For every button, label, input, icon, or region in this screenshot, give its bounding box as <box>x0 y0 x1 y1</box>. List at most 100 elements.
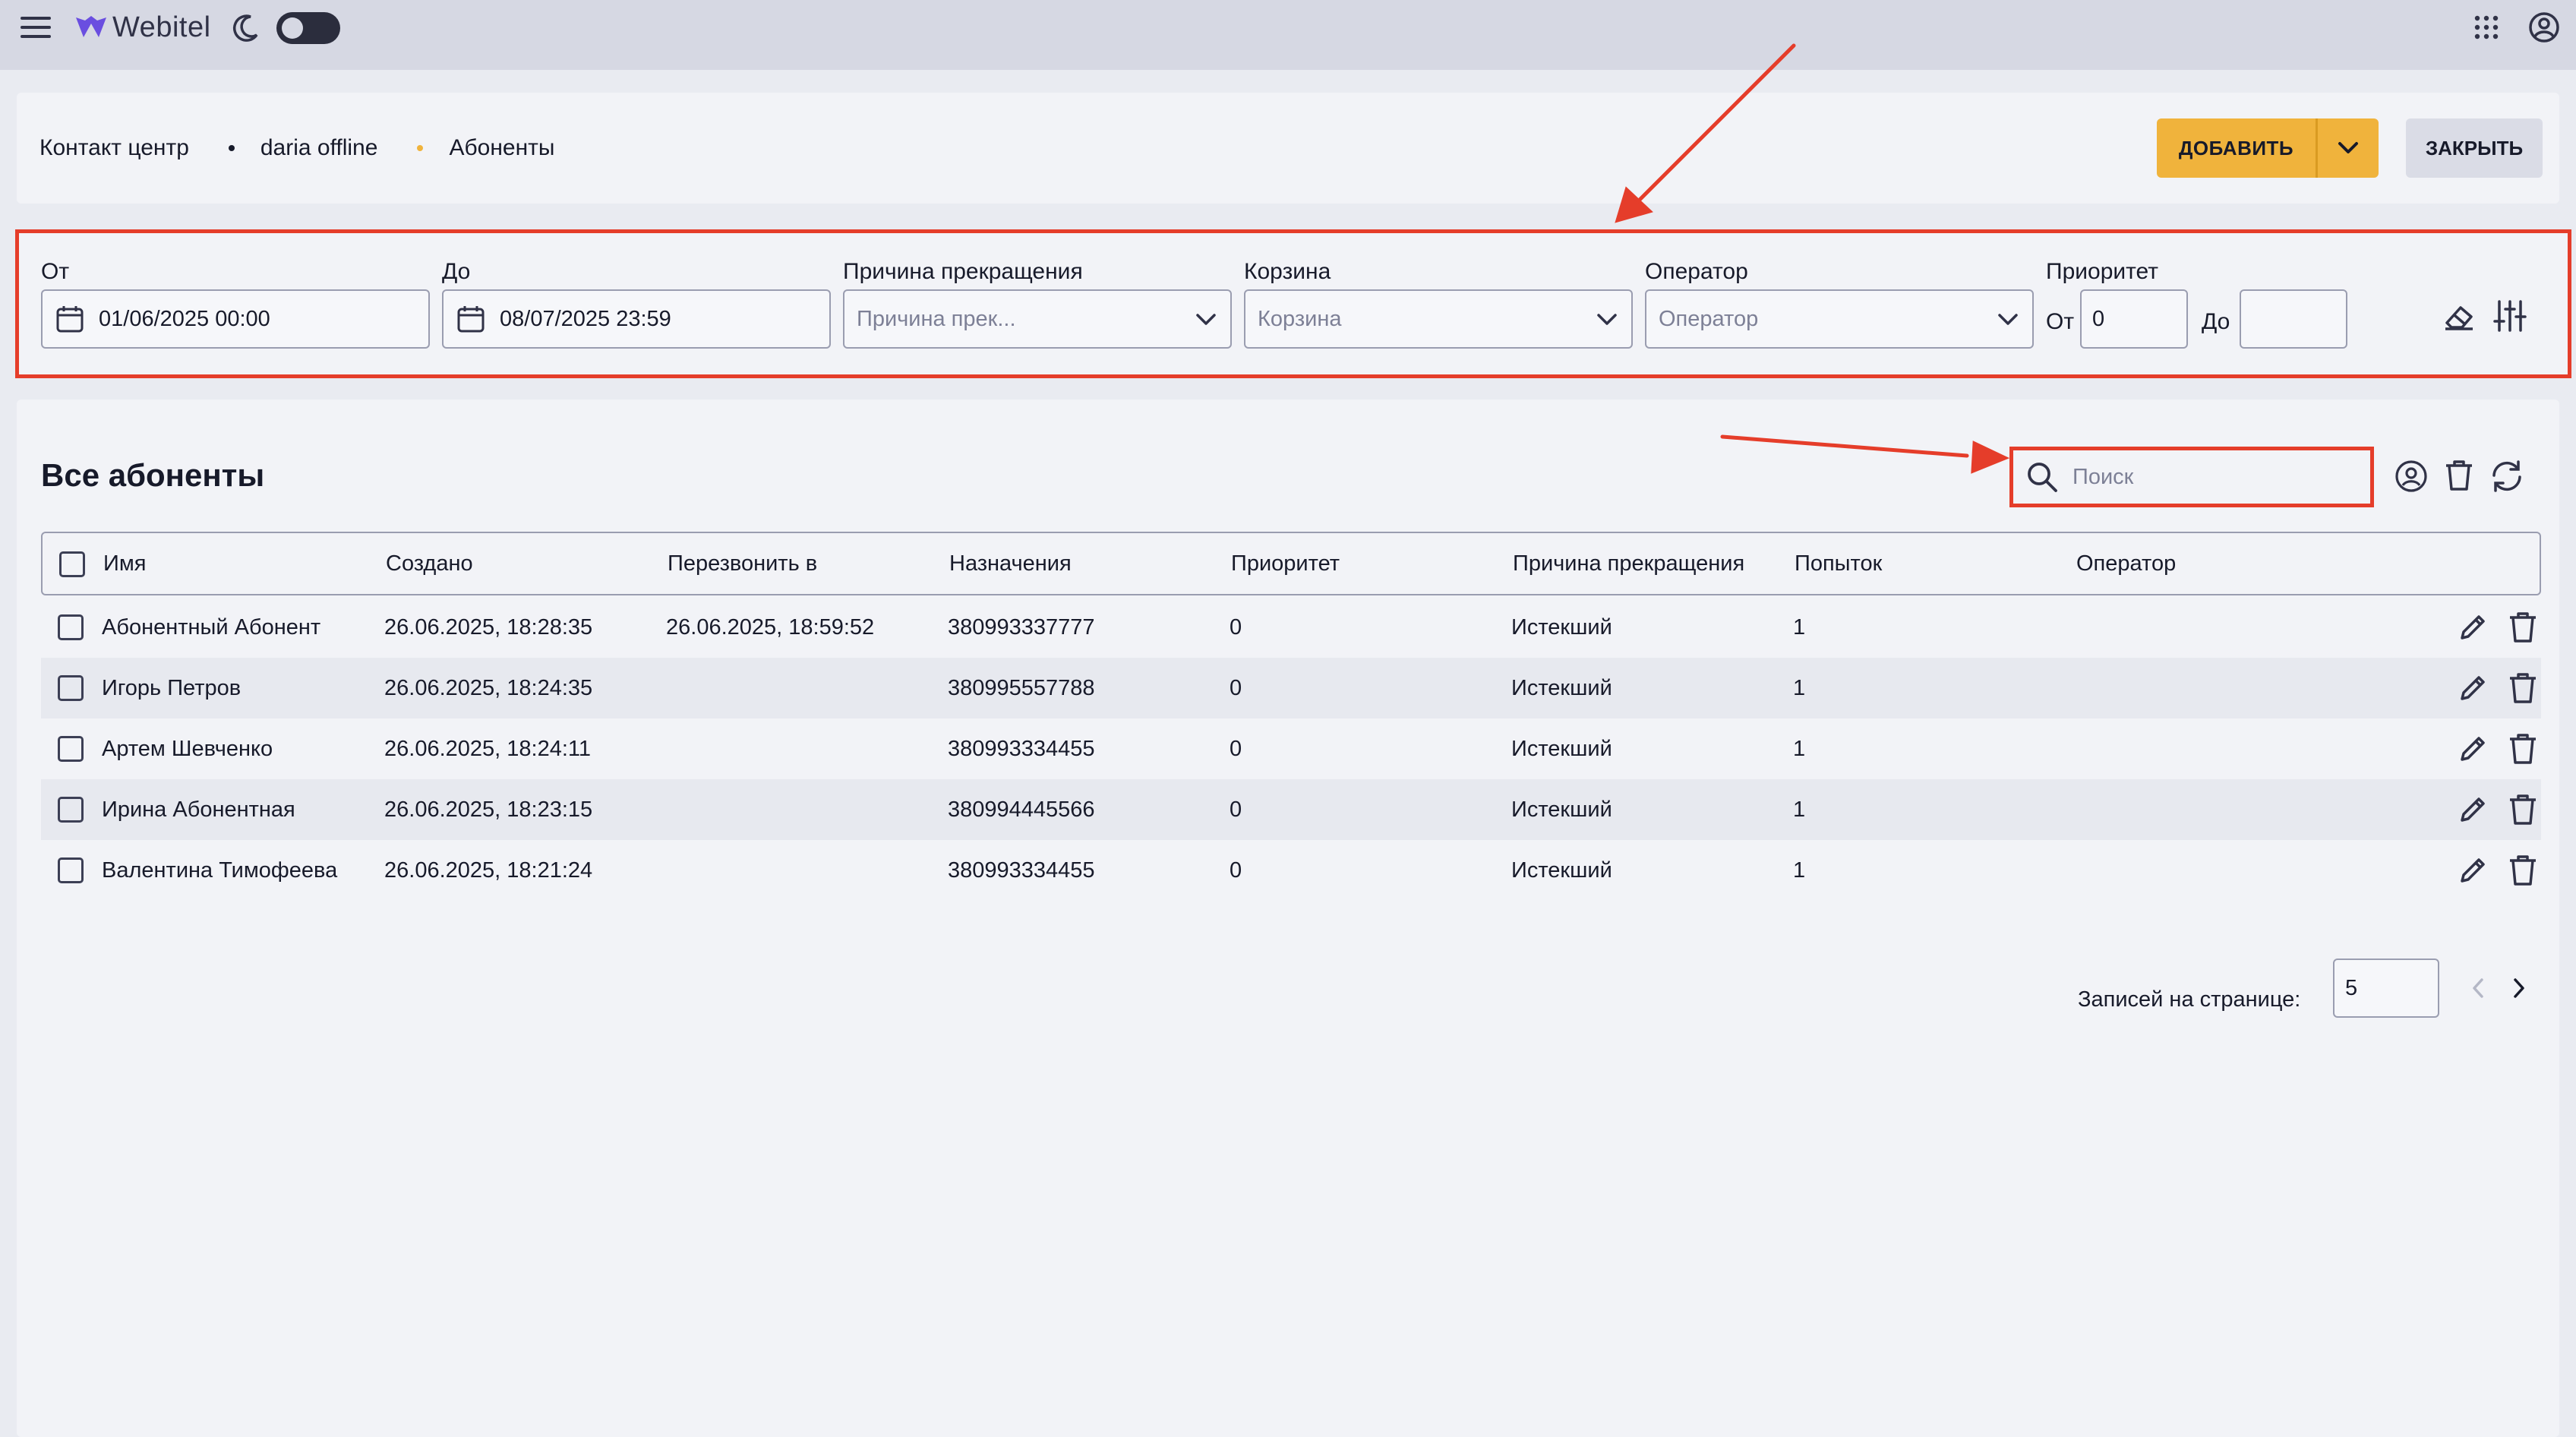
cell-name: Артем Шевченко <box>102 737 273 761</box>
table-header: Имя Создано Перезвонить в Назначения При… <box>41 532 2541 595</box>
cell-attempts: 1 <box>1793 615 1806 640</box>
column-header[interactable]: Попыток <box>1795 551 1882 576</box>
priority-to-label: До <box>2202 309 2230 334</box>
menu-icon[interactable] <box>17 12 55 43</box>
cell-created: 26.06.2025, 18:24:11 <box>384 737 591 761</box>
trash-icon[interactable] <box>2508 732 2538 766</box>
cell-created: 26.06.2025, 18:28:35 <box>384 615 593 640</box>
cell-destination: 380995557788 <box>948 676 1095 700</box>
cell-priority: 0 <box>1230 737 1242 761</box>
top-bar: Webitel <box>0 0 2576 70</box>
table-row[interactable]: Абонентный Абонент 26.06.2025, 18:28:35 … <box>41 597 2541 658</box>
cell-priority: 0 <box>1230 676 1242 700</box>
filter-from-label: От <box>41 259 70 284</box>
cell-created: 26.06.2025, 18:21:24 <box>384 858 593 883</box>
close-button[interactable]: ЗАКРЫТЬ <box>2406 118 2543 178</box>
breadcrumb-item[interactable]: daria offline <box>260 135 378 161</box>
column-header[interactable]: Назначения <box>949 551 1072 576</box>
trash-icon[interactable] <box>2508 793 2538 826</box>
add-dropdown-button[interactable] <box>2318 118 2379 178</box>
page-header: Контакт центр daria offline Абоненты ДОБ… <box>17 93 2559 204</box>
chevron-down-icon <box>2338 141 2359 155</box>
calendar-icon <box>456 304 486 334</box>
trash-icon[interactable] <box>2508 854 2538 887</box>
per-page-label: Записей на странице: <box>2078 987 2301 1012</box>
edit-icon[interactable] <box>2458 793 2489 825</box>
row-checkbox[interactable] <box>58 736 84 762</box>
sliders-icon[interactable] <box>2493 298 2527 333</box>
filter-bucket-select[interactable]: Корзина <box>1244 289 1633 349</box>
search-placeholder: Поиск <box>2072 464 2134 489</box>
filter-from-value: 01/06/2025 00:00 <box>99 306 270 331</box>
table-row[interactable]: Игорь Петров 26.06.2025, 18:24:35 380995… <box>41 658 2541 718</box>
refresh-icon[interactable] <box>2489 459 2524 494</box>
trash-icon[interactable] <box>2444 459 2474 492</box>
breadcrumb-separator <box>228 145 235 151</box>
eraser-icon[interactable] <box>2442 302 2476 332</box>
filter-bucket-label: Корзина <box>1244 259 1331 284</box>
edit-icon[interactable] <box>2458 854 2489 886</box>
cell-priority: 0 <box>1230 858 1242 883</box>
cell-attempts: 1 <box>1793 797 1806 822</box>
webitel-logo-icon <box>74 14 108 40</box>
apps-grid-icon[interactable] <box>2471 12 2502 43</box>
filter-bucket-placeholder: Корзина <box>1258 306 1342 331</box>
chevron-right-icon[interactable] <box>2511 977 2527 1000</box>
add-button-group: ДОБАВИТЬ <box>2157 118 2379 178</box>
cell-name: Ирина Абонентная <box>102 797 295 822</box>
table-row[interactable]: Валентина Тимофеева 26.06.2025, 18:21:24… <box>41 840 2541 901</box>
column-header[interactable]: Имя <box>103 551 147 576</box>
filter-from-date[interactable]: 01/06/2025 00:00 <box>41 289 430 349</box>
priority-to-input[interactable] <box>2240 289 2347 349</box>
breadcrumb-separator <box>417 145 424 151</box>
calendar-icon <box>55 304 85 334</box>
per-page-input[interactable]: 5 <box>2333 959 2439 1018</box>
column-header[interactable]: Причина прекращения <box>1513 551 1744 576</box>
breadcrumb: Контакт центр daria offline Абоненты <box>39 135 554 161</box>
filter-operator-placeholder: Оператор <box>1659 306 1759 331</box>
app-logo[interactable]: Webitel <box>74 9 211 46</box>
cell-attempts: 1 <box>1793 676 1806 700</box>
account-icon[interactable] <box>2526 9 2562 46</box>
cell-reason: Истекший <box>1511 858 1612 883</box>
filter-to-label: До <box>442 259 471 284</box>
filter-operator-select[interactable]: Оператор <box>1645 289 2034 349</box>
cell-destination: 380993337777 <box>948 615 1095 640</box>
edit-icon[interactable] <box>2458 732 2489 764</box>
subscribers-panel: Все абоненты Поиск Имя Создано Перезвони… <box>17 400 2559 1437</box>
column-header[interactable]: Оператор <box>2076 551 2176 576</box>
edit-icon[interactable] <box>2458 611 2489 643</box>
filter-operator-label: Оператор <box>1645 259 1748 284</box>
toggle-knob <box>282 17 303 39</box>
cell-reason: Истекший <box>1511 797 1612 822</box>
chevron-down-icon <box>1596 308 1618 330</box>
breadcrumb-item[interactable]: Контакт центр <box>39 135 189 161</box>
filter-to-date[interactable]: 08/07/2025 23:59 <box>442 289 831 349</box>
column-header[interactable]: Приоритет <box>1231 551 1340 576</box>
select-all-checkbox[interactable] <box>59 551 85 577</box>
user-sync-icon[interactable] <box>2394 459 2429 494</box>
add-button[interactable]: ДОБАВИТЬ <box>2157 118 2318 178</box>
filter-reason-select[interactable]: Причина прек... <box>843 289 1232 349</box>
trash-icon[interactable] <box>2508 671 2538 705</box>
cell-reason: Истекший <box>1511 615 1612 640</box>
search-input[interactable]: Поиск <box>2009 447 2374 507</box>
column-header[interactable]: Перезвонить в <box>668 551 817 576</box>
table-row[interactable]: Артем Шевченко 26.06.2025, 18:24:11 3809… <box>41 718 2541 779</box>
chevron-left-icon[interactable] <box>2470 977 2486 1000</box>
edit-icon[interactable] <box>2458 671 2489 703</box>
row-checkbox[interactable] <box>58 857 84 883</box>
cell-callback: 26.06.2025, 18:59:52 <box>666 615 875 640</box>
theme-toggle[interactable] <box>276 12 340 44</box>
table-row[interactable]: Ирина Абонентная 26.06.2025, 18:23:15 38… <box>41 779 2541 840</box>
filter-reason-label: Причина прекращения <box>843 259 1083 284</box>
trash-icon[interactable] <box>2508 611 2538 644</box>
column-header[interactable]: Создано <box>386 551 473 576</box>
cell-priority: 0 <box>1230 797 1242 822</box>
cell-destination: 380994445566 <box>948 797 1095 822</box>
row-checkbox[interactable] <box>58 797 84 823</box>
priority-from-input[interactable]: 0 <box>2080 289 2188 349</box>
cell-destination: 380993334455 <box>948 858 1095 883</box>
row-checkbox[interactable] <box>58 675 84 701</box>
row-checkbox[interactable] <box>58 614 84 640</box>
